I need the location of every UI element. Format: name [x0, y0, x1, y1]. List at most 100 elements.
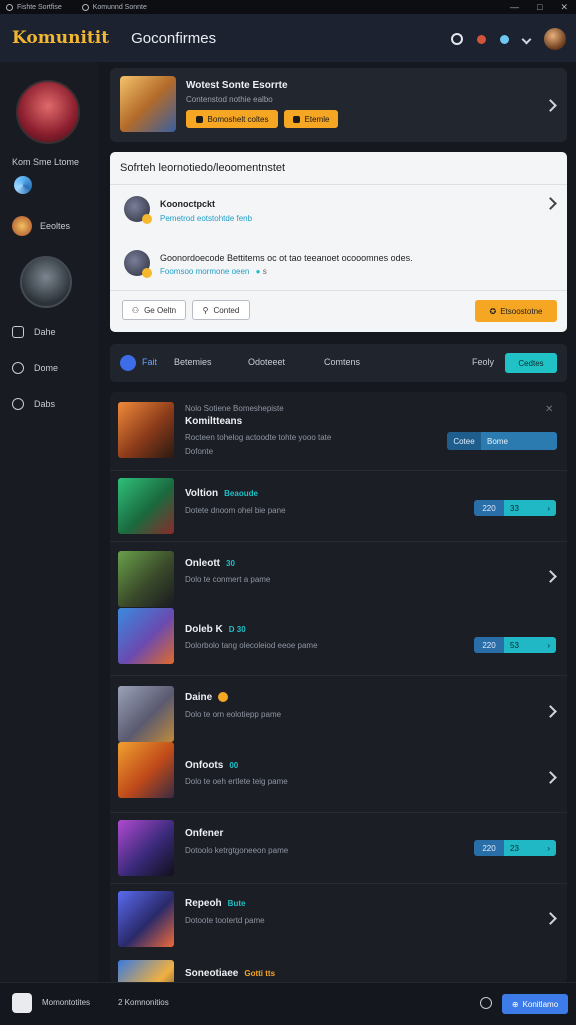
close-icon[interactable]: ✕ — [545, 404, 553, 415]
chevron-right-icon[interactable] — [544, 912, 557, 925]
pill-left: 220 — [474, 840, 504, 856]
sidebar: Kom Sme Ltome Eeoltes Dahe Dome Dabs — [0, 62, 98, 982]
user-avatar[interactable] — [544, 28, 566, 50]
featured-title: Wotest Sonte Esorrte — [186, 80, 288, 91]
tab-odoteeet[interactable]: Odoteeet — [248, 357, 285, 367]
panel-primary-button[interactable]: ✪ Etsoostotne — [475, 300, 557, 322]
item-avatar-icon — [124, 250, 152, 278]
pill-right: 23 › — [504, 840, 556, 856]
badge-icon — [218, 692, 229, 703]
filter-label: Feoly — [472, 357, 495, 367]
filter-button[interactable]: Cedtes — [505, 353, 557, 373]
tab-1[interactable]: Fishte Sortfise — [6, 3, 62, 11]
button-label: Konitlamo — [522, 999, 559, 1009]
status-icon[interactable] — [500, 34, 509, 44]
panel-secondary-button[interactable]: ⚇ Ge Oeltn — [122, 300, 186, 320]
maximize-button[interactable]: □ — [537, 0, 542, 14]
app-icon — [6, 3, 13, 11]
action-pill-button[interactable]: 220 23 › — [474, 840, 556, 856]
coin-icon — [142, 214, 152, 224]
sidebar-item-dahe[interactable]: Dahe — [12, 326, 56, 338]
notifications-icon[interactable] — [477, 34, 486, 44]
tab-betemies[interactable]: Betemies — [174, 357, 212, 367]
link-icon — [292, 115, 300, 123]
footer-action-button[interactable]: ⊕ Konitlamo — [502, 994, 568, 1014]
search-icon[interactable] — [451, 33, 463, 45]
list-item[interactable]: Daine Dolo te orn eolotiepp pame — [110, 676, 567, 742]
list-item-title-text: Daine — [185, 692, 213, 703]
sidebar-item-dabs[interactable]: Dabs — [12, 398, 55, 410]
list-item[interactable]: Voltion Beaoude Dotete dnoom ohel bie pan… — [110, 471, 567, 541]
panel-item-title[interactable]: Goonordoecode Bettitems oc ot tao teeano… — [160, 253, 413, 263]
tab-2[interactable]: Komunnd Sonnte — [81, 3, 147, 11]
list-item[interactable]: Onfener Dotoolo ketrgtgoneeon pame 220 23… — [110, 813, 567, 883]
panel-item-subtitle: Pemetrod eotstohtde fenb — [160, 214, 253, 223]
action-pill-button[interactable]: 220 53 › — [474, 637, 556, 653]
list-item-tag: Gotti tts — [244, 969, 276, 978]
footer-count: 2 Komnonitios — [118, 998, 169, 1007]
panel-title: Sofrteh leornotiedo/leoomentnstet — [120, 162, 286, 174]
dialog-panel: Sofrteh leornotiedo/leoomentnstet Koonoc… — [110, 152, 567, 332]
coin-icon — [142, 268, 152, 278]
pill-right: 53 › — [504, 637, 556, 653]
featured-subtitle: Contenstod nothie ealbo — [186, 95, 273, 104]
page-title: Goconfirmes — [131, 29, 217, 47]
list-item[interactable]: Soneotiaee Gotti tts — [110, 950, 567, 984]
sidebar-item-dome[interactable]: Dome — [12, 362, 58, 374]
list-item[interactable]: Doleb K D 30 Dolorbolo tang olecoleiod ee… — [110, 608, 567, 674]
action-pill-button[interactable]: 220 33 › — [474, 500, 556, 516]
list-item-tag: Beaoude — [224, 489, 258, 498]
list-item[interactable]: Nolo Sotiene Bomeshepiste Komiltteans Ro… — [110, 392, 567, 470]
chevron-right-icon[interactable] — [544, 99, 557, 112]
friend-avatar — [12, 216, 32, 236]
plus-circle-icon: ⊕ — [511, 999, 519, 1009]
profile-avatar[interactable] — [16, 80, 80, 144]
list-item-title: Voltion Beaoude — [185, 488, 258, 499]
panel-item-badge: s — [262, 267, 267, 276]
chevron-right-icon[interactable] — [544, 197, 557, 210]
list-item-title: Soneotiaee Gotti tts — [185, 968, 275, 979]
pill-left: Cotee — [447, 432, 481, 450]
list-item-subtitle: Rocteen tohelog actoodte tohte yooo tate — [185, 433, 332, 442]
list-item-meta: Dofonte — [185, 447, 214, 456]
list-thumbnail — [118, 686, 174, 742]
chevron-down-icon[interactable] — [521, 34, 532, 44]
drop-icon: ● — [255, 267, 261, 276]
list-item[interactable]: Onleott 30 Dolo te conmert a pame — [110, 542, 567, 608]
minimize-button[interactable]: — — [510, 0, 519, 14]
pill-right-text: 53 — [510, 640, 519, 650]
tab-1-label: Fishte Sortfise — [17, 3, 62, 11]
featured-card[interactable]: Wotest Sonte Esorrte Contenstod nothie e… — [110, 68, 567, 142]
tab-fait[interactable]: Fait — [142, 357, 157, 367]
panel-item-title[interactable]: Koonoctpckt — [160, 199, 215, 209]
filter-toggle-icon[interactable] — [120, 355, 136, 371]
list-item[interactable]: Repeoh Bute Dotoote tootertd pame — [110, 884, 567, 950]
list-item-tag: 00 — [229, 761, 239, 770]
tab-comtens[interactable]: Comtens — [324, 357, 360, 367]
sidebar-item-label: Dahe — [34, 327, 56, 337]
sidebar-friend[interactable]: Eeoltes — [12, 216, 70, 236]
chevron-right-icon[interactable] — [544, 771, 557, 784]
list-item-subtitle: Dolo te conmert a pame — [185, 575, 271, 584]
pill-left: 220 — [474, 637, 504, 653]
chevron-right-icon[interactable] — [544, 705, 557, 718]
panel-tertiary-button[interactable]: ⚲ Conted — [192, 300, 250, 320]
featured-primary-button[interactable]: Bomoshelt coltes — [186, 110, 278, 128]
join-pill-button[interactable]: Cotee Bome — [447, 432, 557, 450]
footer-bar: Momontotites 2 Komnonitios ⊕ Konitlamo — [0, 982, 576, 1025]
pill-right: 33 › — [504, 500, 556, 516]
chevron-right-icon[interactable] — [544, 570, 557, 583]
close-button[interactable]: ✕ — [560, 0, 568, 14]
button-label: Bomoshelt coltes — [207, 114, 269, 124]
featured-thumbnail — [120, 76, 176, 132]
settings-icon[interactable] — [480, 997, 492, 1009]
featured-secondary-button[interactable]: Etemle — [284, 110, 338, 128]
lock-icon — [195, 115, 203, 123]
edit-icon — [12, 326, 24, 338]
app-logo[interactable]: Komunitit — [12, 28, 109, 48]
list-item[interactable]: Onfoots 00 Dolo te oeh ertlete teig pame — [110, 742, 567, 812]
list-item-title: Komiltteans — [185, 416, 243, 427]
app-icon[interactable] — [12, 993, 32, 1013]
divider — [110, 184, 567, 185]
secondary-avatar[interactable] — [20, 256, 72, 308]
